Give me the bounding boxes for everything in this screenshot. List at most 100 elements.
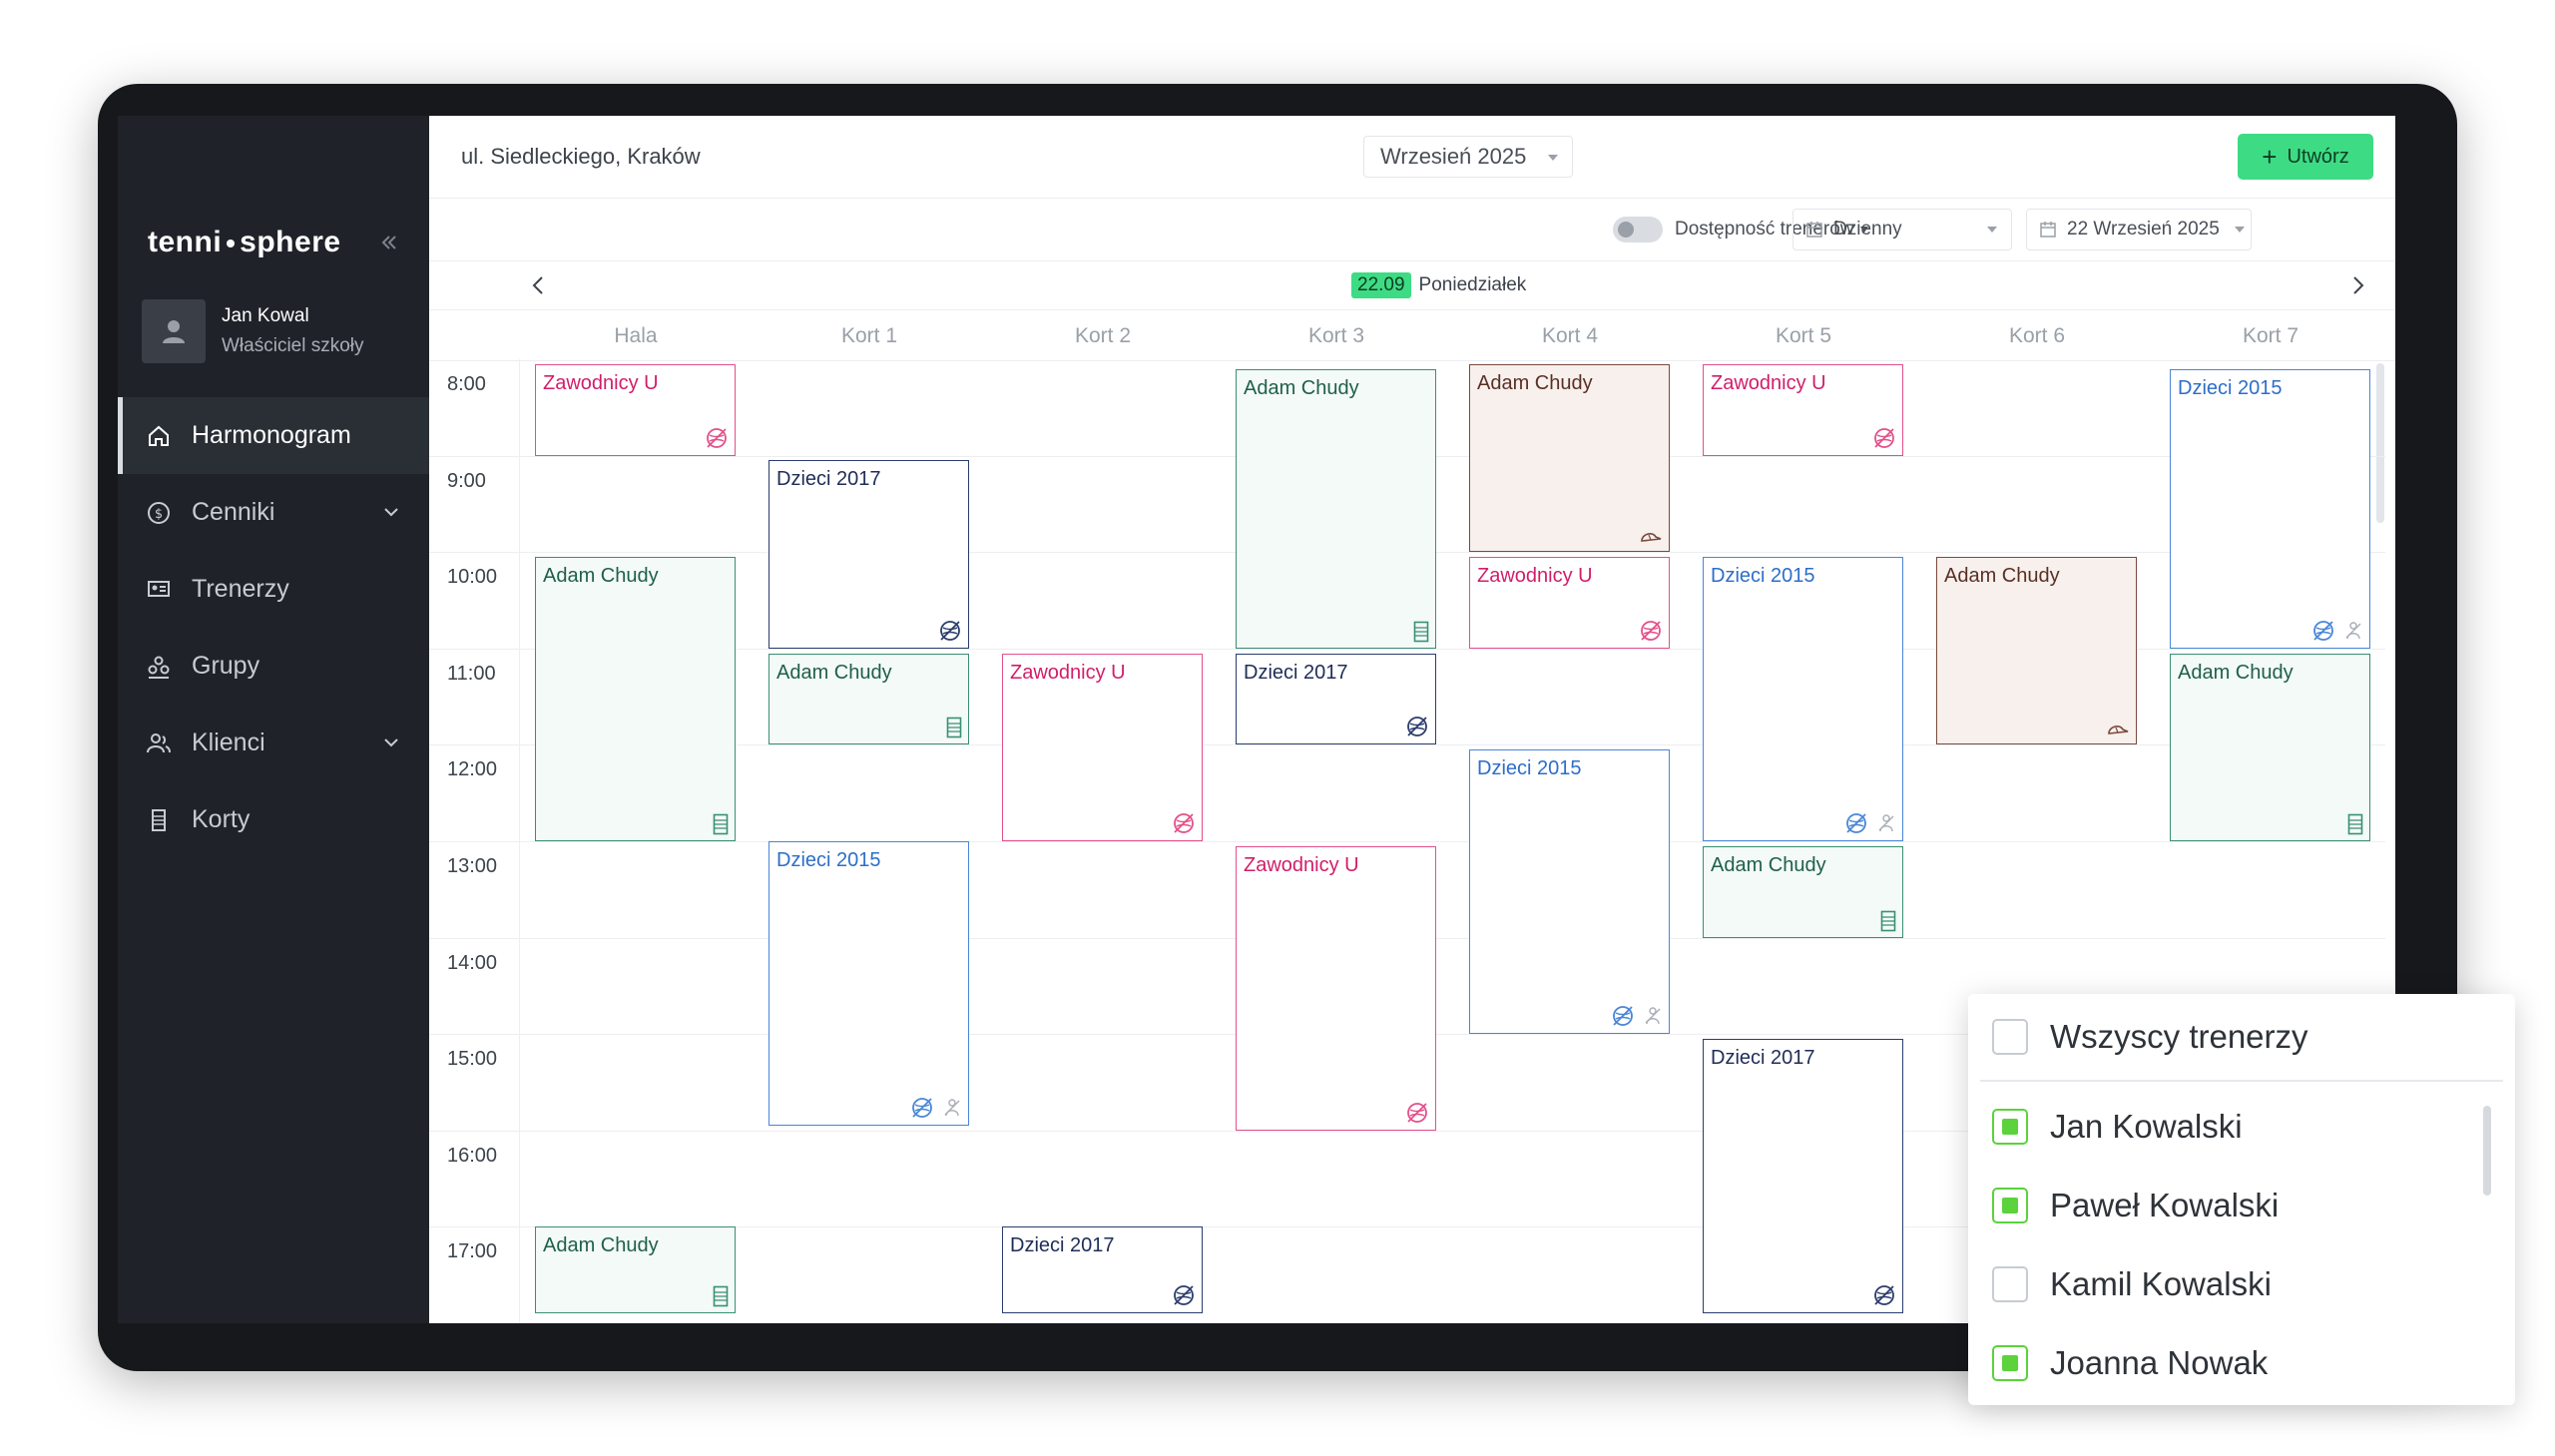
trainer-option[interactable]: Kamil Kowalski <box>1992 1259 2272 1309</box>
checkbox[interactable] <box>1992 1266 2028 1302</box>
schedule-event[interactable]: Adam Chudy <box>768 653 969 745</box>
sidebar-item-grupy[interactable]: Grupy <box>118 628 429 705</box>
court-icon <box>946 717 962 738</box>
schedule-event[interactable]: Adam Chudy <box>535 557 736 841</box>
schedule-event[interactable]: Adam Chudy <box>1469 363 1670 553</box>
person-off-icon <box>942 1098 962 1118</box>
event-title: Adam Chudy <box>1711 853 1826 876</box>
collapse-sidebar-icon[interactable] <box>379 228 399 259</box>
view-select[interactable]: Dzienny <box>1792 209 2012 250</box>
schedule-event[interactable]: Zawodnicy U <box>1469 557 1670 649</box>
event-title: Zawodnicy U <box>1244 853 1359 876</box>
event-icons <box>1405 1101 1429 1125</box>
schedule-event[interactable]: Adam Chudy <box>2170 653 2370 841</box>
schedule-event[interactable]: Dzieci 2015 <box>768 841 969 1126</box>
sidebar-item-cenniki[interactable]: $ Cenniki <box>118 474 429 551</box>
all-trainers-option[interactable]: Wszyscy trenerzy <box>1992 1012 2308 1062</box>
event-icons <box>1611 1004 1663 1028</box>
sidebar-item-trenerzy[interactable]: Trenerzy <box>118 551 429 628</box>
court-header: Kort 5 <box>1775 324 1832 347</box>
trainer-option[interactable]: Paweł Kowalski <box>1992 1181 2279 1230</box>
no-ball-icon <box>1405 1101 1429 1125</box>
next-day-button[interactable] <box>2343 271 2371 304</box>
sidebar-item-klienci[interactable]: Klienci <box>118 705 429 781</box>
calendar-icon <box>1805 221 1823 239</box>
chevron-left-icon <box>532 276 543 294</box>
event-title: Adam Chudy <box>543 565 659 588</box>
trainer-option[interactable]: Jan Kowalski <box>1992 1102 2243 1152</box>
sidebar-item-korty[interactable]: Korty <box>118 781 429 858</box>
schedule-event[interactable]: Adam Chudy <box>1703 845 1903 938</box>
schedule-event[interactable]: Dzieci 2017 <box>1236 653 1436 745</box>
no-ball-icon <box>1405 715 1429 738</box>
time-label: 9:00 <box>447 469 486 492</box>
schedule-event[interactable]: Zawodnicy U <box>1703 363 1903 456</box>
time-label: 16:00 <box>447 1144 498 1167</box>
no-ball-icon <box>2311 619 2335 643</box>
no-ball-icon <box>705 426 729 450</box>
location-label: ul. Siedleckiego, Kraków <box>461 144 701 169</box>
event-icons <box>2311 619 2363 643</box>
court-header: Hala <box>614 324 658 347</box>
schedule-event[interactable]: Dzieci 2017 <box>1002 1226 1203 1314</box>
event-title: Dzieci 2017 <box>776 468 881 491</box>
create-button[interactable]: + Utwórz <box>2238 134 2373 180</box>
no-ball-icon <box>1844 811 1868 835</box>
court-headers: Hala Kort 1 Kort 2 Kort 3 Kort 4 Kort 5 Kort 6… <box>429 310 2395 361</box>
court-header: Kort 4 <box>1541 324 1599 347</box>
caret-down-icon <box>1548 155 1558 161</box>
clients-icon <box>146 730 172 756</box>
schedule-event[interactable]: Adam Chudy <box>1936 557 2137 745</box>
court-icon <box>713 1285 729 1307</box>
checkbox[interactable] <box>1992 1345 2028 1381</box>
checkbox[interactable] <box>1992 1188 2028 1223</box>
event-title: Dzieci 2017 <box>1010 1234 1115 1257</box>
month-select[interactable]: Wrzesień 2025 <box>1363 136 1573 178</box>
schedule-event[interactable]: Adam Chudy <box>535 1226 736 1314</box>
event-icons <box>938 619 962 643</box>
trainer-option[interactable]: Joanna Nowak <box>1992 1338 2268 1388</box>
previous-day-button[interactable] <box>525 271 553 304</box>
event-icons <box>1639 619 1663 643</box>
event-title: Dzieci 2015 <box>2178 376 2283 399</box>
event-title: Adam Chudy <box>2178 661 2294 684</box>
event-title: Dzieci 2017 <box>1244 661 1348 684</box>
schedule-event[interactable]: Zawodnicy U <box>1236 845 1436 1131</box>
event-title: Dzieci 2015 <box>1711 565 1815 588</box>
sidebar-item-harmonogram[interactable]: Harmonogram <box>118 397 429 474</box>
schedule-event[interactable]: Dzieci 2015 <box>2170 368 2370 649</box>
availability-toggle[interactable] <box>1613 217 1663 243</box>
chevron-right-icon <box>2353 276 2364 294</box>
calendar-icon <box>2039 221 2057 239</box>
schedule-event[interactable]: Dzieci 2015 <box>1703 557 1903 841</box>
court-header: Kort 7 <box>2242 324 2300 347</box>
trainer-filter-dropdown: Wszyscy trenerzy Jan Kowalski Paweł Kowa… <box>1968 994 2515 1405</box>
time-label: 8:00 <box>447 373 486 395</box>
schedule-event[interactable]: Dzieci 2017 <box>768 460 969 649</box>
event-icons <box>1880 910 1896 932</box>
checkbox[interactable] <box>1992 1019 2028 1055</box>
event-title: Dzieci 2017 <box>1711 1047 1815 1070</box>
plus-icon: + <box>2262 141 2278 172</box>
scroll-thumb[interactable] <box>2376 363 2384 523</box>
brand-logo: tenni sphere <box>148 226 341 258</box>
main-nav: Harmonogram $ Cenniki Trenerzy Grupy Kli… <box>118 397 429 858</box>
schedule-event[interactable]: Zawodnicy U <box>535 363 736 456</box>
schedule-event[interactable]: Zawodnicy U <box>1002 653 1203 841</box>
schedule-event[interactable]: Dzieci 2017 <box>1703 1039 1903 1314</box>
time-label: 14:00 <box>447 951 498 974</box>
no-ball-icon <box>1872 1283 1896 1307</box>
event-title: Adam Chudy <box>1944 565 2060 588</box>
time-label: 11:00 <box>447 662 496 685</box>
checkbox[interactable] <box>1992 1109 2028 1145</box>
schedule-event[interactable]: Adam Chudy <box>1236 368 1436 649</box>
event-title: Zawodnicy U <box>1477 565 1593 588</box>
schedule-event[interactable]: Dzieci 2015 <box>1469 749 1670 1035</box>
dropdown-scrollbar[interactable] <box>2483 1106 2491 1196</box>
user-card[interactable]: Jan Kowal Właściciel szkoły <box>142 299 364 363</box>
court-header: Kort 3 <box>1307 324 1365 347</box>
event-title: Dzieci 2015 <box>1477 757 1582 780</box>
date-select[interactable]: 22 Wrzesień 2025 <box>2026 209 2252 250</box>
no-ball-icon <box>1872 426 1896 450</box>
event-title: Adam Chudy <box>776 661 892 684</box>
